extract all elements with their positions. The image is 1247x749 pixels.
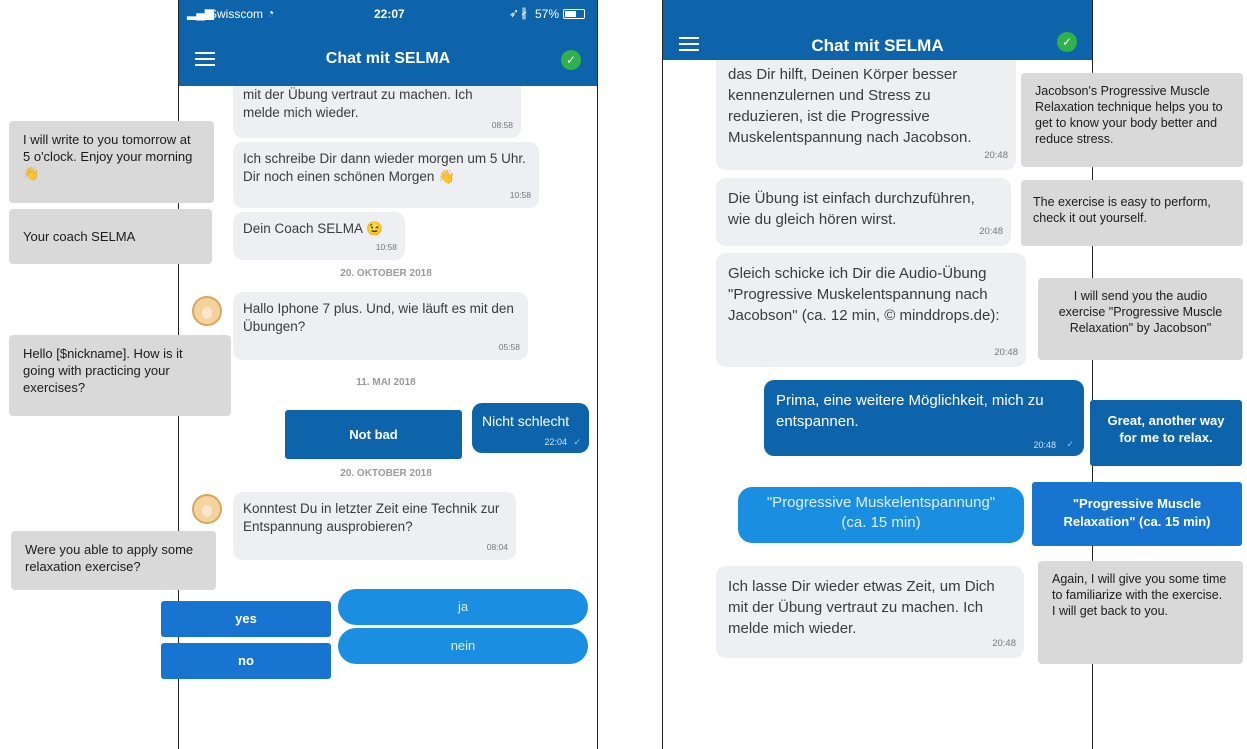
chat-header: Chat mit SELMA ✓ [663, 0, 1092, 60]
bot-message: Ich schreibe Dir dann wieder morgen um 5… [233, 142, 539, 208]
bot-message: Konntest Du in letzter Zeit eine Technik… [233, 492, 516, 560]
message-text: Nicht schlecht [482, 413, 570, 429]
translation-note: I will send you the audio exercise "Prog… [1038, 278, 1243, 360]
translation-note: Your coach SELMA [9, 209, 212, 264]
bot-message: Dein Coach SELMA 😉 10:58 [233, 212, 405, 260]
message-time: 05:58 [498, 342, 520, 352]
message-time: 20:48 [992, 638, 1016, 649]
location-icon: ➶ [509, 6, 520, 20]
message-time: 10:58 [375, 242, 397, 252]
bluetooth-icon: ∦ [521, 6, 527, 20]
phone-right-border [597, 0, 598, 749]
message-time: 10:58 [509, 190, 531, 200]
message-text: mit der Übung vertraut zu machen. Ich me… [243, 87, 473, 120]
message-text: Ich schreibe Dir dann wieder morgen um 5… [243, 151, 526, 184]
message-text: Dein Coach SELMA 😉 [243, 221, 383, 236]
translation-note: The exercise is easy to perform, check i… [1021, 180, 1243, 246]
translation-yes: yes [161, 601, 331, 637]
battery-icon [563, 9, 585, 19]
online-check-icon: ✓ [561, 50, 581, 70]
quick-reply-nein[interactable]: nein [338, 628, 588, 664]
quick-reply-button[interactable]: "Progressive Muskelentspannung" (ca. 15 … [738, 487, 1024, 543]
bot-message: das Dir hilft, Deinen Körper besser kenn… [716, 60, 1016, 170]
read-check-icon: ✓ [573, 437, 581, 447]
online-check-icon: ✓ [1057, 32, 1077, 52]
message-time: 08:58 [491, 120, 513, 130]
message-text: Gleich schicke ich Dir die Audio-Übung "… [728, 265, 1000, 324]
translation-user-message: Great, another way for me to relax. [1090, 400, 1242, 466]
selma-avatar [192, 494, 222, 524]
message-text: Prima, eine weitere Möglichkeit, mich zu… [776, 392, 1044, 430]
message-text: das Dir hilft, Deinen Körper besser kenn… [728, 66, 972, 146]
user-message: Nicht schlecht 22:04 ✓ [472, 403, 589, 453]
message-text: Die Übung ist einfach durchzuführen, wie… [728, 190, 975, 228]
selma-avatar [192, 296, 222, 326]
message-time: 08:04 [486, 542, 508, 552]
bot-message: Die Übung ist einfach durchzuführen, wie… [716, 178, 1011, 246]
phone-left-border [662, 0, 663, 749]
translation-note: Were you able to apply some relaxation e… [11, 531, 216, 590]
chat-title: Chat mit SELMA [811, 36, 944, 55]
chat-title: Chat mit SELMA [325, 50, 451, 67]
bot-message: Hallo Iphone 7 plus. Und, wie läuft es m… [233, 292, 528, 360]
translation-note: Jacobson's Progressive Muscle Relaxation… [1021, 73, 1243, 167]
translation-no: no [161, 643, 331, 679]
translation-note: Again, I will give you some time to fami… [1038, 561, 1243, 664]
bot-message: Gleich schicke ich Dir die Audio-Übung "… [716, 253, 1026, 367]
message-time: 20:48 [994, 347, 1018, 358]
battery-percent: 57% [535, 7, 560, 21]
message-time: 20:48 [1033, 440, 1056, 450]
date-separator: 11. MAI 2018 [356, 377, 416, 388]
wifi-icon: ◔ [267, 6, 275, 20]
translation-note: I will write to you tomorrow at 5 o'cloc… [9, 121, 214, 203]
message-text: Ich lasse Dir wieder etwas Zeit, um Dich… [728, 578, 995, 637]
bot-message: Ich lasse Dir wieder etwas Zeit, um Dich… [716, 566, 1024, 658]
message-text: Hallo Iphone 7 plus. Und, wie läuft es m… [243, 301, 514, 334]
date-separator: 20. OKTOBER 2018 [340, 268, 432, 279]
user-message: Prima, eine weitere Möglichkeit, mich zu… [764, 380, 1084, 456]
quick-reply-ja[interactable]: ja [338, 589, 588, 625]
read-check-icon: ✓ [1066, 439, 1074, 449]
clock: 22:07 [374, 7, 405, 21]
date-separator: 20. OKTOBER 2018 [340, 468, 432, 479]
status-bar: ▂▄▆ Swisscom ◔ 22:07 ➶ ∦ 57% [179, 0, 597, 28]
message-text: Konntest Du in letzter Zeit eine Technik… [243, 501, 500, 534]
translation-note: Hello [$nickname]. How is it going with … [9, 335, 231, 416]
chat-header: Chat mit SELMA ✓ [179, 28, 597, 86]
message-time: 20:48 [979, 226, 1003, 237]
translation-quick-reply: "Progressive Muscle Relaxation" (ca. 15 … [1032, 482, 1242, 546]
translation-not-bad: Not bad [285, 410, 462, 459]
message-time: 20:48 [984, 150, 1008, 161]
carrier-name: Swisscom [209, 7, 264, 21]
bot-message: mit der Übung vertraut zu machen. Ich me… [233, 86, 521, 138]
message-time: 22:04 [544, 437, 567, 447]
